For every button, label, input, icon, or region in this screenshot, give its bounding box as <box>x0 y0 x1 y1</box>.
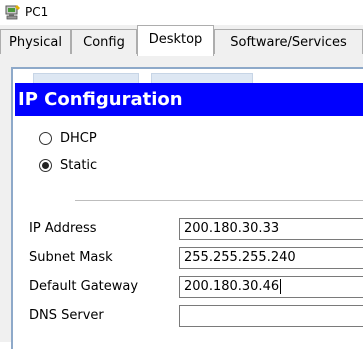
default-gateway-value: 200.180.30.46 <box>184 279 280 294</box>
window-titlebar: PC1 <box>0 0 363 25</box>
dhcp-radio-button[interactable] <box>39 131 52 145</box>
dhcp-radio-option[interactable]: DHCP <box>39 129 97 147</box>
tab-config[interactable]: Config <box>71 29 137 54</box>
tab-physical[interactable]: Physical <box>0 29 71 54</box>
default-gateway-label: Default Gateway <box>29 279 139 294</box>
static-radio-button[interactable] <box>39 158 52 172</box>
ip-address-label: IP Address <box>29 221 97 236</box>
tab-desktop[interactable]: Desktop <box>137 25 214 56</box>
dns-server-label: DNS Server <box>29 308 104 323</box>
default-gateway-field[interactable]: 200.180.30.46 <box>179 276 363 298</box>
ip-configuration-title: IP Configuration <box>15 83 363 116</box>
dns-server-field[interactable] <box>179 305 363 327</box>
subnet-mask-label: Subnet Mask <box>29 250 113 265</box>
subnet-mask-value: 255.255.255.240 <box>184 250 296 265</box>
ip-configuration-window: IP Configuration DHCP Static IP Address … <box>11 67 363 349</box>
text-cursor <box>280 279 282 294</box>
section-divider <box>75 200 363 201</box>
ip-address-value: 200.180.30.33 <box>184 221 280 236</box>
dhcp-label: DHCP <box>60 130 97 146</box>
tab-software-services[interactable]: Software/Services <box>214 29 363 54</box>
static-radio-option[interactable]: Static <box>39 156 97 174</box>
pc-icon <box>5 5 20 20</box>
tab-bar: Physical Config Desktop Software/Service… <box>0 25 363 56</box>
static-label: Static <box>60 157 98 173</box>
ip-address-field[interactable]: 200.180.30.33 <box>179 218 363 240</box>
subnet-mask-field[interactable]: 255.255.255.240 <box>179 247 363 269</box>
window-title: PC1 <box>25 5 49 19</box>
desktop-panel: IP Configuration DHCP Static IP Address … <box>0 55 363 349</box>
